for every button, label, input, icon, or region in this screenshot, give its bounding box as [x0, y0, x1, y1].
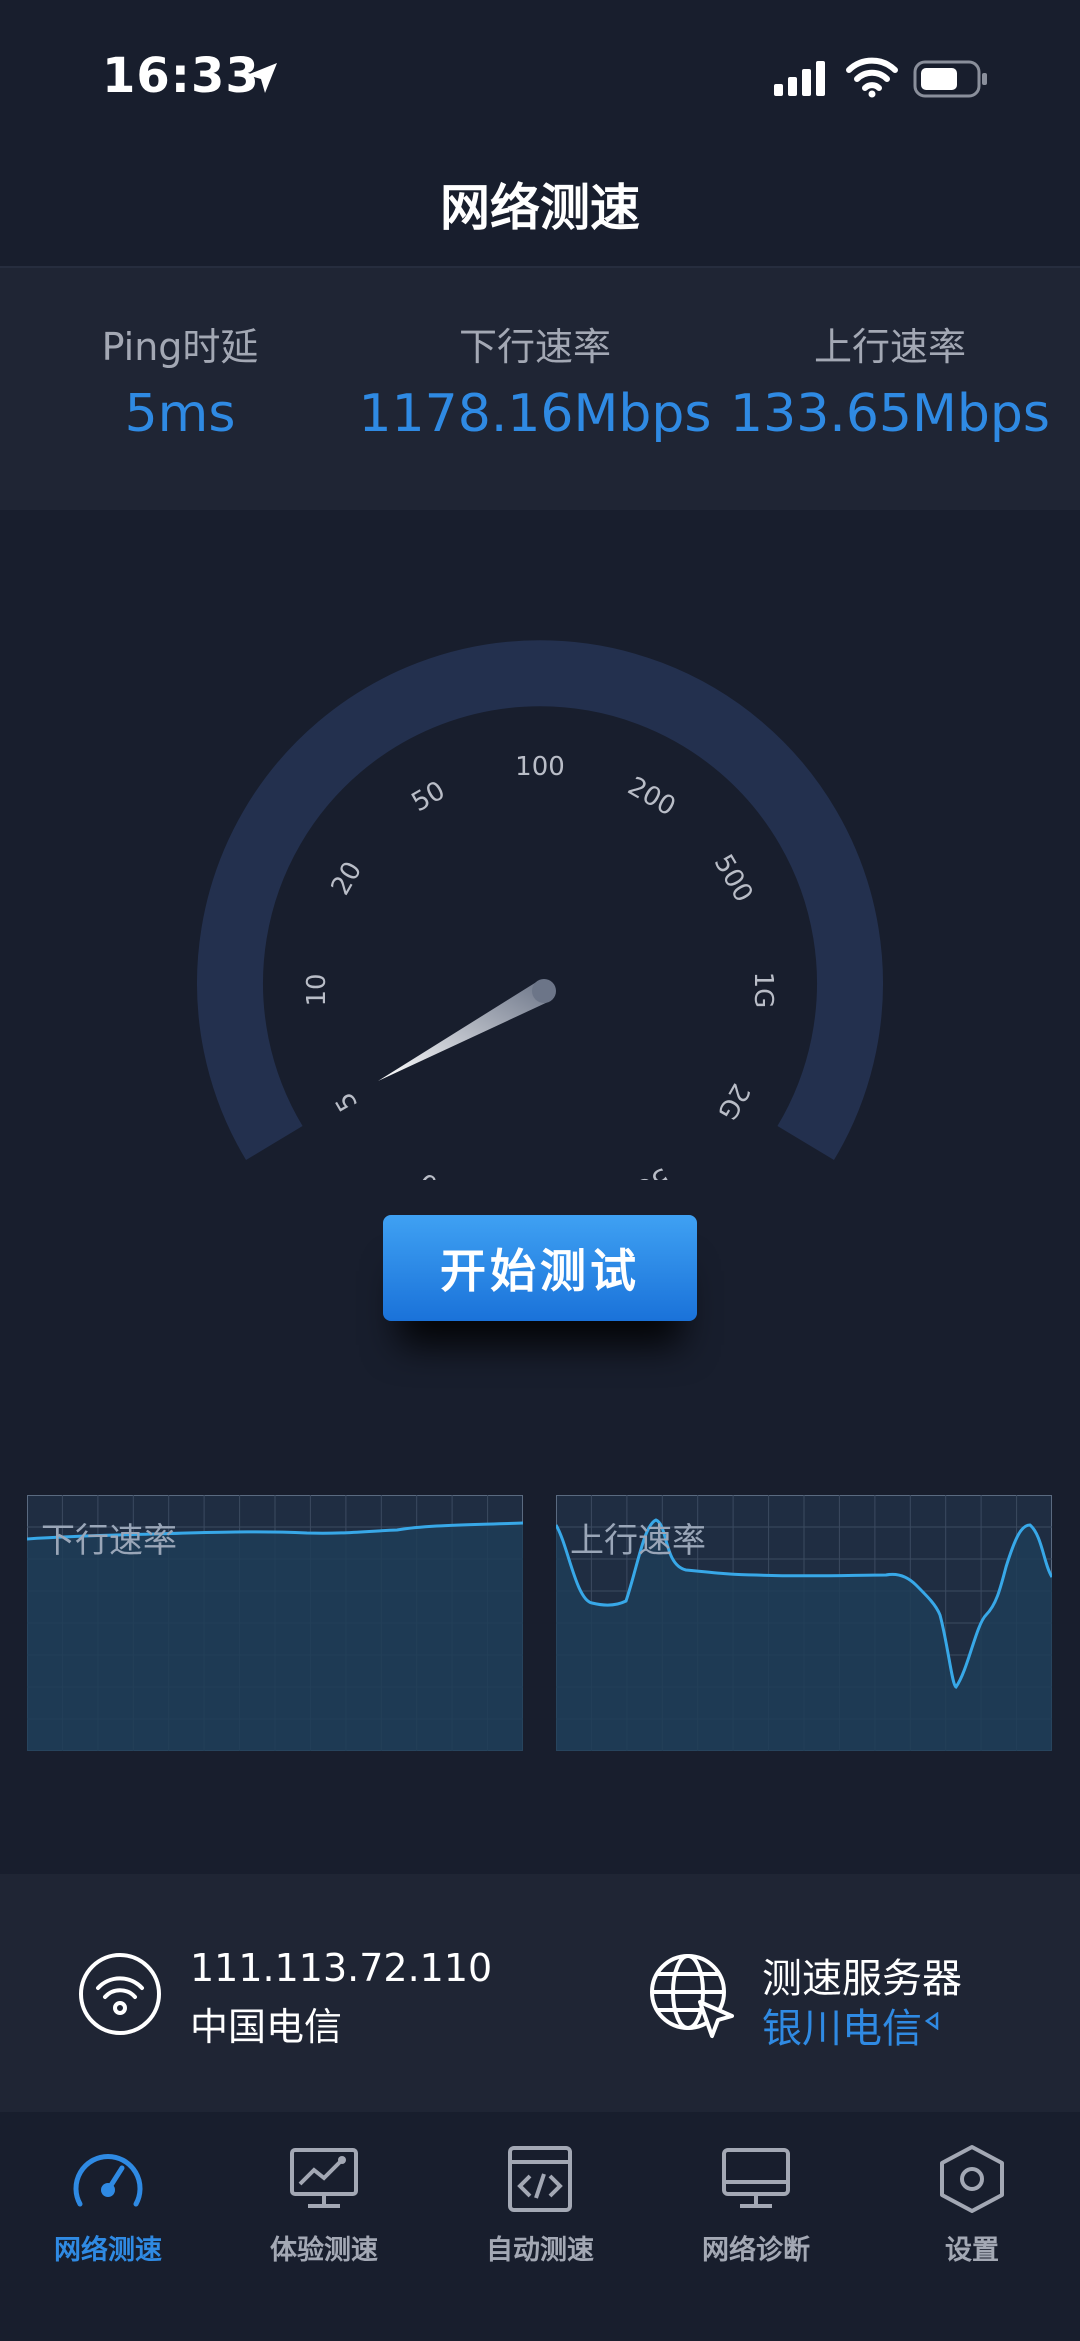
isp-name: 中国电信: [190, 2005, 343, 2049]
tab-network-diagnosis-label: 网络诊断: [702, 2235, 810, 2266]
tab-experience-test[interactable]: 体验测速: [216, 2130, 432, 2290]
gauge-ticks: 0 5 10 20 50 100 200 500 1G 2G 5G: [302, 752, 778, 1180]
upload-chart: 上行速率: [556, 1495, 1052, 1751]
gauge-tick-label: 200: [623, 771, 681, 822]
speed-test-screen: 16:33 网络测速 Ping时延 5ms 下行速率 1178.16Mbps 上…: [0, 0, 1080, 2341]
gauge-needle: [378, 981, 550, 1081]
speedometer-icon: [73, 2154, 143, 2207]
download-label: 下行速率: [458, 325, 611, 369]
ip-address: 111.113.72.110: [190, 1946, 493, 1990]
ping-metric: Ping时延 5ms: [0, 328, 360, 440]
gauge-tick-label: 100: [515, 752, 565, 782]
download-chart-label: 下行速率: [41, 1521, 177, 1561]
speed-gauge: 0 5 10 20 50 100 200 500 1G 2G 5G: [197, 640, 883, 1180]
tab-auto-test-label: 自动测速: [486, 2235, 594, 2266]
tab-speed-test-label: 网络测速: [54, 2235, 162, 2266]
tab-auto-test[interactable]: 自动测速: [432, 2130, 648, 2290]
monitor-icon: [722, 2148, 790, 2208]
gauge-tick-label: 0: [414, 1166, 443, 1180]
download-chart: 下行速率: [27, 1495, 523, 1751]
tab-settings[interactable]: 设置: [864, 2130, 1080, 2290]
ping-label: Ping时延: [101, 325, 259, 369]
gauge-tick-label: 50: [407, 776, 451, 819]
gauge-hub: [532, 979, 556, 1003]
wifi-icon: [846, 57, 898, 98]
tab-network-diagnosis[interactable]: 网络诊断: [648, 2130, 864, 2290]
start-test-button[interactable]: 开始测试: [383, 1215, 697, 1321]
gauge-tick-label: 20: [326, 857, 369, 901]
battery-icon: [913, 60, 987, 98]
gauge-tick-label: 5: [330, 1087, 364, 1116]
tab-settings-label: 设置: [945, 2235, 999, 2266]
upload-metric: 上行速率 133.65Mbps: [710, 328, 1070, 440]
gauge-tick-label: 2G: [711, 1078, 755, 1125]
upload-chart-label: 上行速率: [570, 1521, 706, 1561]
gauge-tick-label: 1G: [748, 972, 778, 1009]
location-arrow-icon: [247, 63, 277, 93]
cellular-signal-icon: [774, 61, 825, 96]
tab-speed-test[interactable]: 网络测速: [0, 2130, 216, 2290]
metrics-panel: Ping时延 5ms 下行速率 1178.16Mbps 上行速率 133.65M…: [0, 268, 1080, 510]
server-name[interactable]: 银川电信: [762, 1996, 922, 2054]
status-bar: 16:33: [0, 0, 1080, 150]
download-value: 1178.16Mbps: [358, 384, 712, 444]
upload-value: 133.65Mbps: [730, 384, 1050, 444]
bottom-tab-bar: 网络测速 体验测速 自动测速 网络诊断 设置: [0, 2112, 1080, 2341]
code-window-icon: [508, 2146, 572, 2212]
gauge-tick-label: 10: [302, 973, 332, 1006]
page-title: 网络测速: [440, 179, 640, 237]
wifi-circle-icon: [79, 1953, 161, 2035]
upload-label: 上行速率: [813, 325, 966, 369]
tab-experience-test-label: 体验测速: [270, 2235, 378, 2266]
gauge-tick-label: 5G: [628, 1161, 675, 1180]
status-time: 16:33: [102, 48, 260, 104]
experience-chart-icon: [290, 2148, 358, 2208]
gauge-tick-label: 500: [708, 850, 759, 908]
ping-value: 5ms: [124, 384, 236, 444]
connection-info-panel: 111.113.72.110 中国电信 测速服务器 银川电信: [0, 1874, 1080, 2112]
server-select-triangle-icon[interactable]: [925, 2012, 939, 2030]
gauge-arc: [197, 640, 883, 1160]
settings-hexagon-icon: [940, 2145, 1004, 2213]
globe-cursor-icon[interactable]: [648, 1950, 738, 2040]
download-metric: 下行速率 1178.16Mbps: [355, 328, 715, 440]
